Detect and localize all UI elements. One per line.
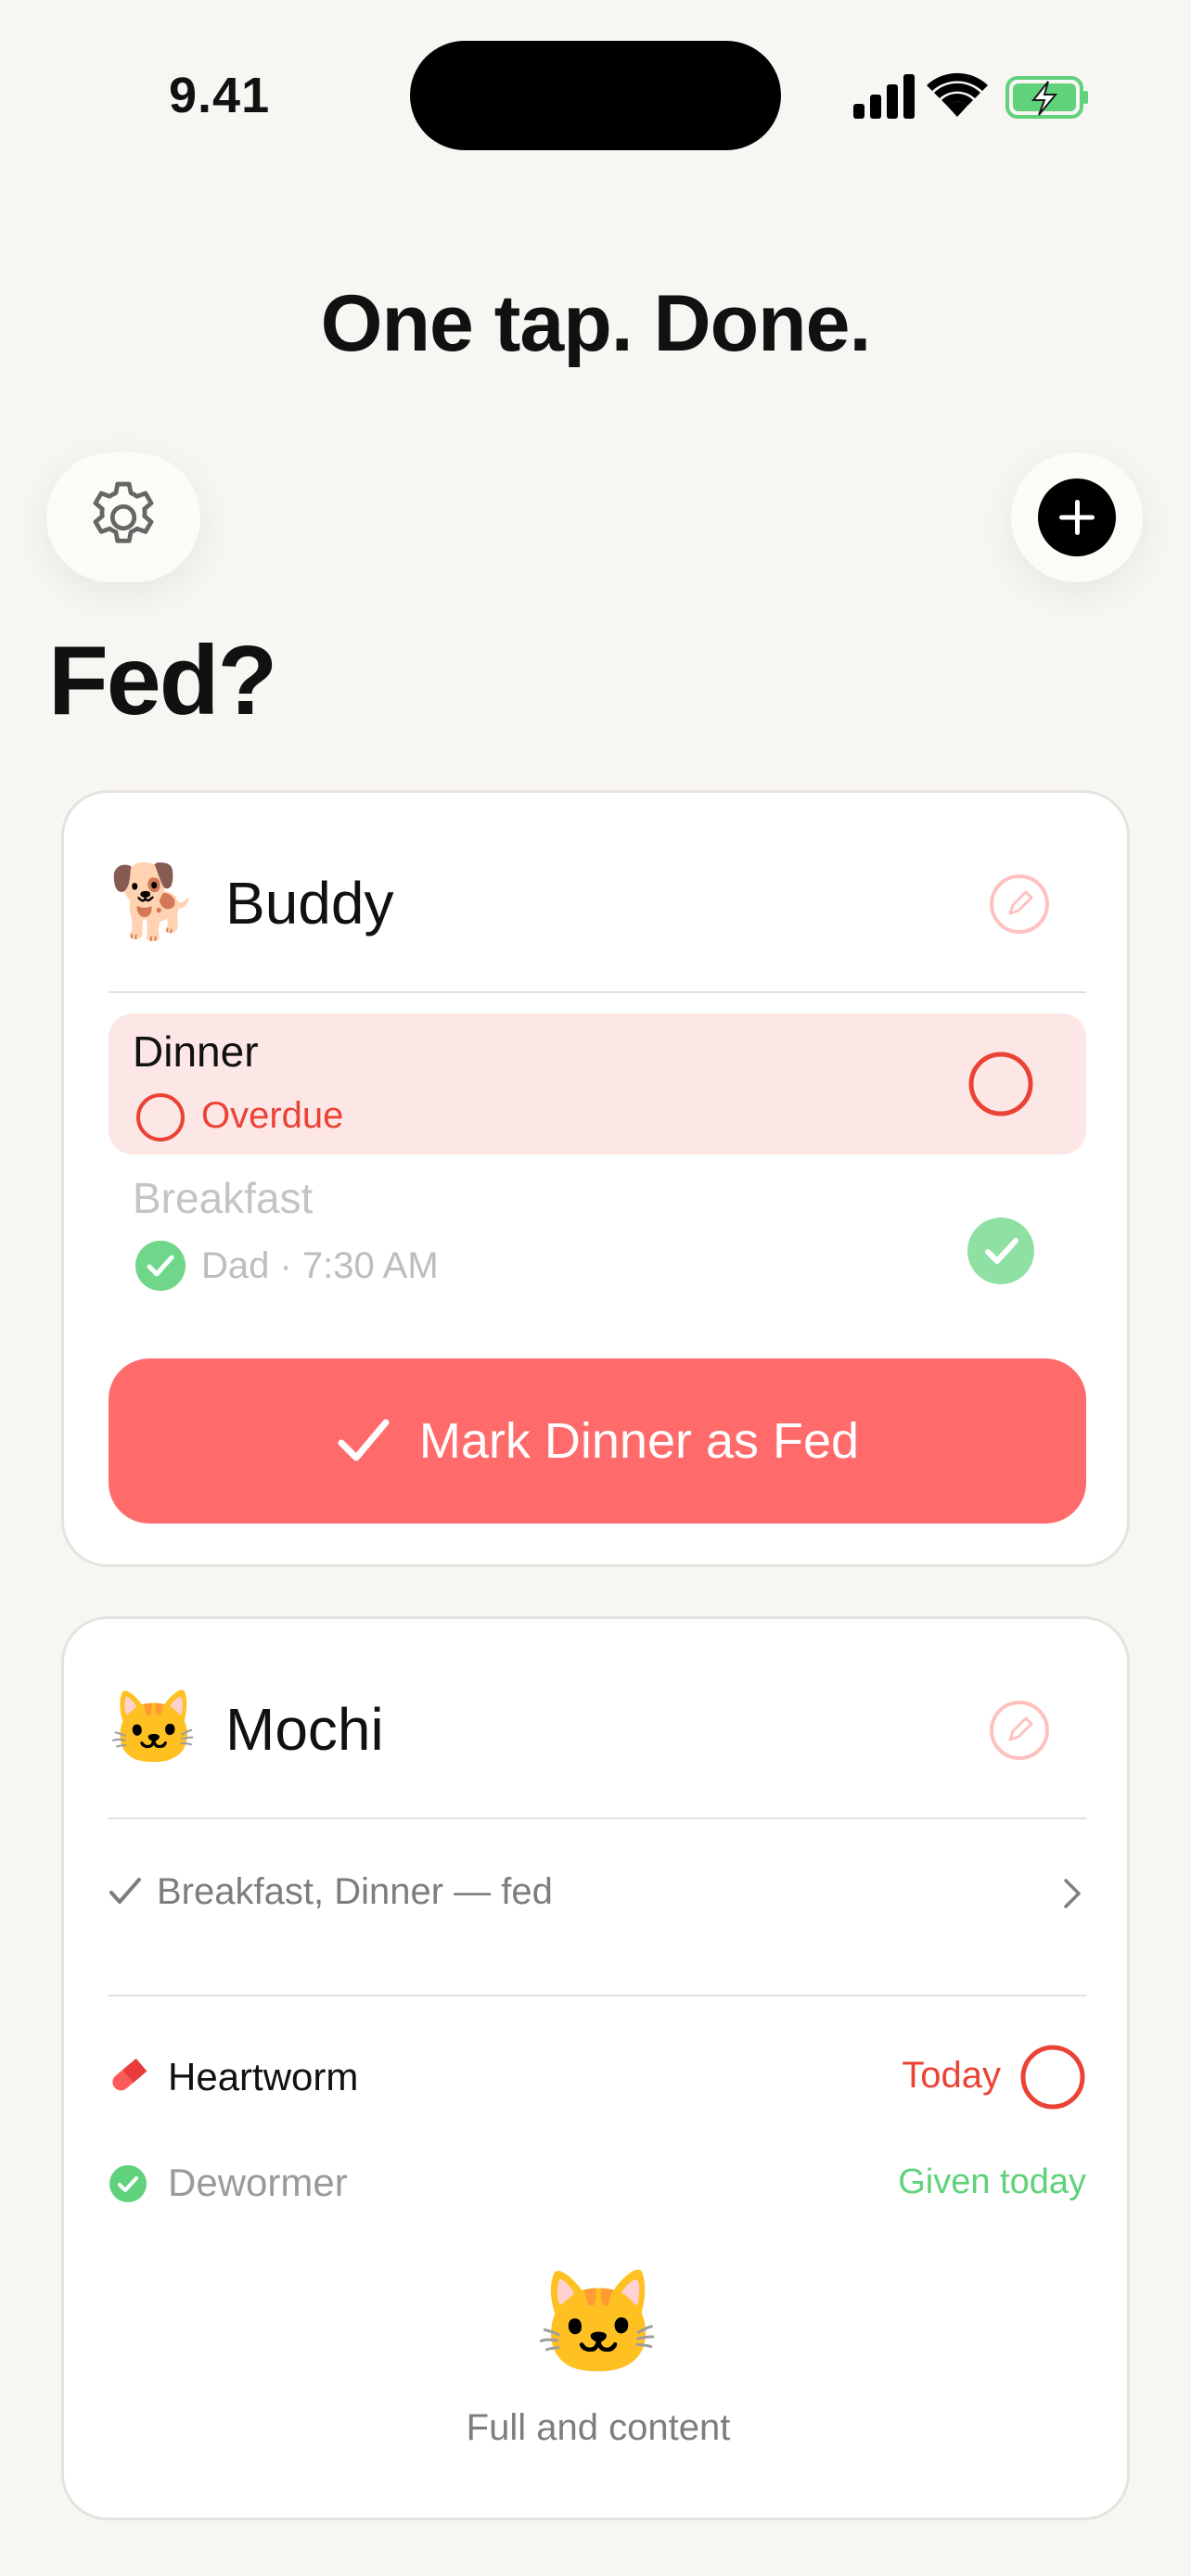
mark-fed-button[interactable]: Mark Dinner as Fed <box>109 1358 1086 1524</box>
med-name: Heartworm <box>168 2055 359 2098</box>
meal-row-dinner[interactable]: Dinner Overdue <box>109 1014 1086 1154</box>
add-pet-button[interactable] <box>1011 453 1143 582</box>
page-title: Fed? <box>48 626 277 735</box>
med-row-heartworm[interactable]: Heartworm Today <box>109 2036 1086 2120</box>
cellular-signal-icon <box>853 74 915 119</box>
fed-checkmark-icon[interactable] <box>967 1218 1034 1284</box>
mark-fed-label: Mark Dinner as Fed <box>418 1413 860 1469</box>
checkmark-icon <box>109 1878 141 1904</box>
pet-card-mochi: 🐱 Mochi Breakfast, Dinner — fed Heartwor… <box>61 1616 1130 2520</box>
med-name: Dewormer <box>168 2161 348 2204</box>
pending-circle-icon <box>136 1093 185 1141</box>
card-divider <box>109 1995 1086 1996</box>
give-med-checkbox[interactable] <box>1019 2044 1086 2111</box>
pet-avatar-emoji: 🐱 <box>109 1687 199 1768</box>
meal-summary-row[interactable]: Breakfast, Dinner — fed <box>109 1842 1086 1944</box>
card-divider <box>109 991 1086 993</box>
pet-name: Buddy <box>225 870 394 937</box>
pencil-icon[interactable] <box>988 873 1051 936</box>
chevron-right-icon <box>1064 1879 1081 1908</box>
pencil-icon[interactable] <box>988 1699 1051 1762</box>
check-circle-icon <box>109 2165 147 2202</box>
meal-name: Dinner <box>133 1027 259 1076</box>
meal-name: Breakfast <box>133 1174 314 1222</box>
wifi-icon <box>927 72 988 117</box>
check-circle-icon <box>135 1241 186 1291</box>
dynamic-island <box>410 41 781 150</box>
med-row-dewormer[interactable]: Dewormer Given today <box>109 2148 1086 2222</box>
checkmark-icon <box>338 1419 390 1461</box>
med-status: Given today <box>898 2162 1086 2201</box>
meal-fed-by: Dad · 7:30 AM <box>201 1245 439 1286</box>
mood-text: Full and content <box>466 2407 731 2448</box>
headline: One tap. Done. <box>320 279 872 368</box>
plus-circle-icon <box>1038 478 1116 556</box>
status-icons <box>853 72 1088 119</box>
meal-row-breakfast[interactable]: Breakfast Dad · 7:30 AM <box>109 1173 1086 1312</box>
gear-icon <box>93 481 154 543</box>
card-divider <box>109 1817 1086 1819</box>
battery-charging-icon <box>1005 76 1088 119</box>
status-time: 9.41 <box>169 68 271 123</box>
settings-button[interactable] <box>46 453 200 582</box>
pill-icon <box>112 2058 147 2091</box>
pet-name: Mochi <box>225 1696 384 1763</box>
meal-summary: Breakfast, Dinner — fed <box>157 1871 553 1912</box>
mood-emoji: 🐱 <box>534 2266 662 2380</box>
pet-card-buddy: 🐕 Buddy Dinner Overdue Breakfast Dad · 7… <box>61 790 1130 1567</box>
meal-status: Overdue <box>201 1095 344 1136</box>
med-status: Today <box>902 2055 1001 2096</box>
pet-avatar-emoji: 🐕 <box>109 861 199 942</box>
mark-fed-checkbox[interactable] <box>967 1051 1034 1117</box>
